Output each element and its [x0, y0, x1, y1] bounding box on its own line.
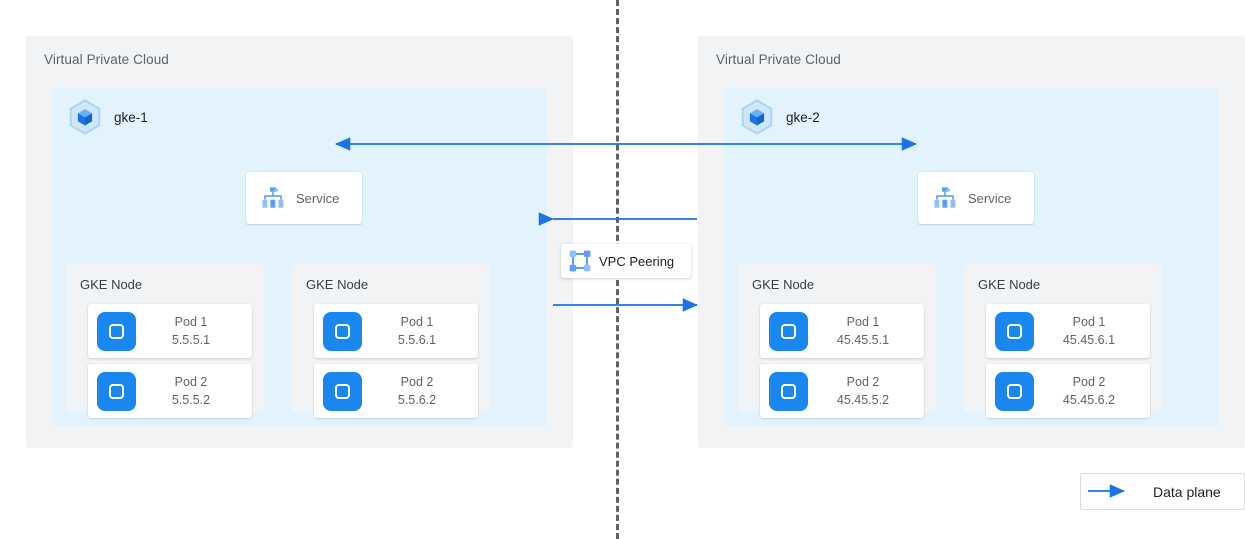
pod-name: Pod 1 — [400, 314, 434, 329]
service-card-gke-2[interactable]: Service — [918, 172, 1034, 224]
pod-card[interactable]: Pod 2 5.5.5.2 — [88, 364, 252, 418]
gke-node-label: GKE Node — [978, 277, 1041, 292]
service-hierarchy-icon — [260, 185, 286, 211]
pod-ip: 45.45.6.1 — [1062, 333, 1116, 347]
pod-icon — [769, 311, 808, 351]
cluster-gke-2-header: gke-2 — [738, 98, 820, 136]
gke-node-label: GKE Node — [306, 277, 369, 292]
legend-data-plane: Data plane — [1080, 473, 1245, 510]
pod-card[interactable]: Pod 2 45.45.6.2 — [986, 364, 1150, 418]
vpc-left: Virtual Private Cloud gke-1 Service GKE … — [26, 36, 573, 448]
service-label-gke-1: Service — [296, 190, 340, 206]
pod-icon — [995, 311, 1034, 351]
gke-cluster-icon — [738, 98, 776, 136]
service-card-gke-1[interactable]: Service — [246, 172, 362, 224]
pod-name: Pod 2 — [400, 374, 434, 389]
gke-node-label: GKE Node — [80, 277, 143, 292]
pod-name: Pod 2 — [174, 374, 208, 389]
vpc-peering-label: VPC Peering — [599, 253, 675, 269]
pod-card[interactable]: Pod 1 45.45.6.1 — [986, 304, 1150, 358]
pod-name: Pod 1 — [174, 314, 208, 329]
diagram-canvas: Virtual Private Cloud gke-1 Service GKE … — [0, 0, 1245, 539]
service-label-gke-2: Service — [968, 190, 1012, 206]
cluster-gke-1-name: gke-1 — [114, 109, 148, 125]
pod-icon — [323, 311, 362, 351]
service-hierarchy-icon — [932, 185, 958, 211]
legend-label: Data plane — [1153, 483, 1221, 500]
pod-icon — [97, 311, 136, 351]
gke-node: GKE Node Pod 1 5.5.6.1 Pod 2 5.5.6.2 — [292, 264, 490, 418]
gke-node: GKE Node Pod 1 45.45.5.1 Pod 2 45.45.5.2 — [738, 264, 936, 418]
pod-ip: 5.5.5.2 — [171, 393, 211, 407]
pod-icon — [995, 371, 1034, 411]
pod-icon — [323, 371, 362, 411]
pod-card[interactable]: Pod 1 45.45.5.1 — [760, 304, 924, 358]
pod-card[interactable]: Pod 1 5.5.6.1 — [314, 304, 478, 358]
pod-ip: 5.5.6.2 — [397, 393, 437, 407]
vpc-left-label: Virtual Private Cloud — [44, 52, 169, 67]
gke-cluster-icon — [66, 98, 104, 136]
pod-ip: 45.45.5.1 — [836, 333, 890, 347]
pod-name: Pod 2 — [1072, 374, 1106, 389]
gke-node: GKE Node Pod 1 5.5.5.1 Pod 2 5.5.5.2 — [66, 264, 264, 418]
vpc-right: Virtual Private Cloud gke-2 Service GKE … — [698, 36, 1245, 448]
vpc-peering-mesh-icon — [568, 249, 592, 273]
gke-node-label: GKE Node — [752, 277, 815, 292]
pod-name: Pod 1 — [1072, 314, 1106, 329]
cluster-gke-1: gke-1 Service GKE Node Pod 1 5.5.5.1 Pod… — [52, 88, 547, 426]
pod-card[interactable]: Pod 1 5.5.5.1 — [88, 304, 252, 358]
pod-ip: 45.45.6.2 — [1062, 393, 1116, 407]
pod-card[interactable]: Pod 2 45.45.5.2 — [760, 364, 924, 418]
pod-name: Pod 2 — [846, 374, 880, 389]
pod-name: Pod 1 — [846, 314, 880, 329]
vpc-peering-card[interactable]: VPC Peering — [561, 244, 691, 278]
cluster-gke-2: gke-2 Service GKE Node Pod 1 45.45.5.1 P… — [724, 88, 1219, 426]
pod-ip: 45.45.5.2 — [836, 393, 890, 407]
gke-node: GKE Node Pod 1 45.45.6.1 Pod 2 45.45.6.2 — [964, 264, 1162, 418]
cluster-gke-2-name: gke-2 — [786, 109, 820, 125]
pod-ip: 5.5.6.1 — [397, 333, 437, 347]
pod-ip: 5.5.5.1 — [171, 333, 211, 347]
vpc-right-label: Virtual Private Cloud — [716, 52, 841, 67]
pod-icon — [97, 371, 136, 411]
cluster-gke-1-header: gke-1 — [66, 98, 148, 136]
pod-icon — [769, 371, 808, 411]
pod-card[interactable]: Pod 2 5.5.6.2 — [314, 364, 478, 418]
